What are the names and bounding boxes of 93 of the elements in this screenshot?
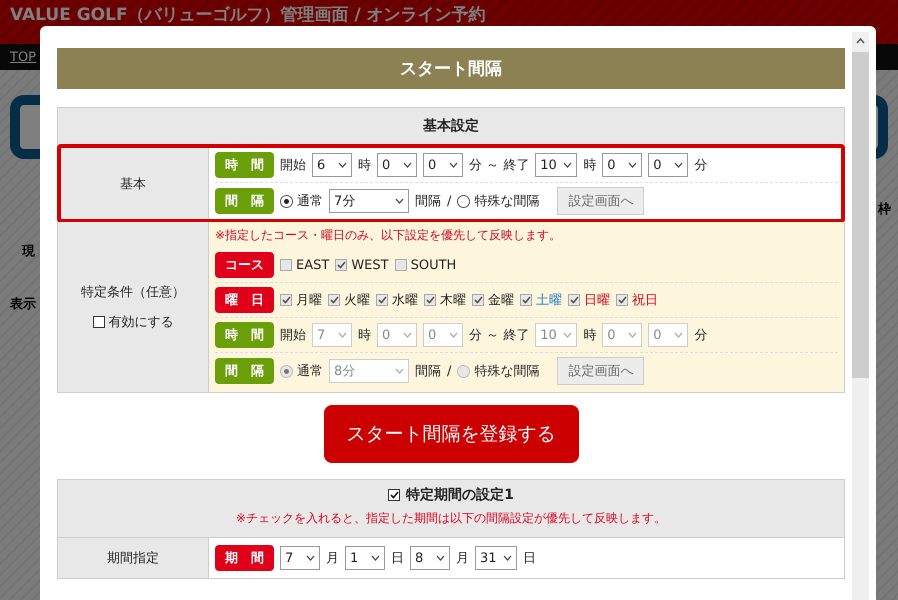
row-label: 期間指定: [107, 550, 159, 567]
label-text: 分: [694, 327, 708, 344]
radio-button[interactable]: [280, 194, 293, 208]
label-text: 間隔: [415, 193, 441, 210]
row-label: 特定条件（任意）: [81, 284, 185, 301]
label-text: 分 ～ 終了: [469, 327, 530, 344]
select-field[interactable]: 0: [602, 153, 642, 177]
select-field[interactable]: 31: [475, 546, 517, 570]
label-text: 時: [583, 327, 596, 344]
chevron-down-icon: [403, 332, 412, 338]
row-badge: 時 間: [215, 152, 274, 178]
top-link[interactable]: TOP: [10, 50, 36, 64]
row-badge: 時 間: [215, 322, 274, 348]
select-field[interactable]: 8: [410, 546, 450, 570]
label-text: 時: [358, 157, 371, 174]
table-heading: 基本設定: [58, 108, 844, 145]
radio-label: 通常: [297, 363, 323, 380]
background-text: 表示: [10, 296, 36, 313]
select-field[interactable]: 6: [312, 153, 352, 177]
row-badge: 間 隔: [215, 358, 274, 384]
select-field[interactable]: 0: [648, 153, 688, 177]
radio-label: 特殊な間隔: [474, 363, 540, 380]
radio-label: 特殊な間隔: [474, 193, 540, 210]
label-text: /: [447, 364, 452, 378]
label-text: /: [447, 194, 452, 208]
checkbox-label: 月曜: [296, 292, 322, 309]
chevron-down-icon: [628, 162, 638, 168]
modal-title: スタート間隔: [57, 48, 845, 89]
checkbox-label: 火曜: [344, 292, 370, 309]
label-text: 日: [391, 550, 404, 567]
label-text: 分 ～ 終了: [469, 157, 530, 174]
register-button[interactable]: スタート間隔を登録する: [324, 405, 578, 463]
row-badge: 曜 日: [215, 287, 274, 313]
chevron-down-icon: [503, 555, 512, 561]
chevron-down-icon: [628, 332, 638, 338]
checkbox-label: 祝日: [632, 292, 658, 309]
label-text: 時: [358, 327, 371, 344]
checkbox-label: 木曜: [440, 292, 466, 309]
section-heading: 特定期間の設定1: [406, 486, 514, 504]
checkbox-label: 土曜: [536, 292, 562, 309]
row-badge: 間 隔: [215, 188, 274, 214]
checkbox[interactable]: [92, 316, 104, 328]
chevron-down-icon: [449, 332, 458, 338]
select-field[interactable]: 10: [535, 153, 578, 177]
chevron-down-icon: [306, 555, 315, 561]
label-text: 開始: [280, 327, 306, 344]
checkbox-label: EAST: [296, 258, 330, 272]
chevron-down-icon: [436, 555, 445, 561]
label-text: 日: [523, 550, 536, 567]
label-text: 分: [694, 157, 708, 174]
select-field[interactable]: 7分: [329, 189, 409, 213]
label-text: 時: [583, 157, 596, 174]
radio-button[interactable]: [457, 194, 470, 208]
select-field[interactable]: 0: [377, 153, 417, 177]
notice-text: ※指定したコース・曜日のみ、以下設定を優先して反映します。: [215, 227, 562, 244]
select-field[interactable]: 1: [345, 546, 385, 570]
chevron-down-icon: [449, 162, 458, 168]
label-text: 開始: [280, 157, 306, 174]
checkbox-label: 水曜: [392, 292, 418, 309]
chevron-down-icon: [395, 368, 404, 374]
label-text: 月: [456, 550, 469, 567]
chevron-down-icon: [674, 162, 684, 168]
checkbox[interactable]: [388, 489, 400, 501]
select-field[interactable]: 7: [280, 546, 320, 570]
scroll-up-icon[interactable]: [856, 38, 865, 44]
chevron-down-icon: [371, 555, 380, 561]
chevron-down-icon: [395, 198, 404, 204]
scrollbar[interactable]: [852, 32, 869, 600]
background-text: 枠: [878, 201, 891, 218]
checkbox-label: SOUTH: [410, 258, 456, 272]
settings-button[interactable]: 設定画面へ: [557, 187, 644, 215]
row-badge: コース: [215, 252, 274, 278]
header-title: VALUE GOLF（バリューゴルフ）管理画面 / オンライン予約: [10, 4, 486, 26]
label-text: 間隔: [415, 363, 441, 380]
chevron-down-icon: [563, 162, 572, 168]
background-text: 現: [22, 243, 35, 260]
chevron-down-icon: [338, 162, 347, 168]
radio-label: 通常: [297, 193, 323, 210]
row-badge: 期 間: [215, 545, 274, 571]
checkbox-label: 有効にする: [108, 314, 174, 331]
notice-text: ※チェックを入れると、指定した期間は以下の間隔設定が優先して反映します。: [236, 510, 666, 527]
row-label: 基本: [120, 176, 146, 192]
checkbox-label: WEST: [351, 258, 389, 272]
chevron-down-icon: [338, 332, 347, 338]
chevron-down-icon: [563, 332, 572, 338]
checkbox-label: 金曜: [488, 292, 514, 309]
settings-button[interactable]: 設定画面へ: [557, 357, 644, 385]
scroll-thumb[interactable]: [852, 52, 869, 378]
chevron-down-icon: [674, 332, 684, 338]
label-text: 月: [326, 550, 339, 567]
chevron-down-icon: [403, 162, 412, 168]
checkbox-label: 日曜: [584, 292, 610, 309]
select-field[interactable]: 0: [423, 153, 463, 177]
